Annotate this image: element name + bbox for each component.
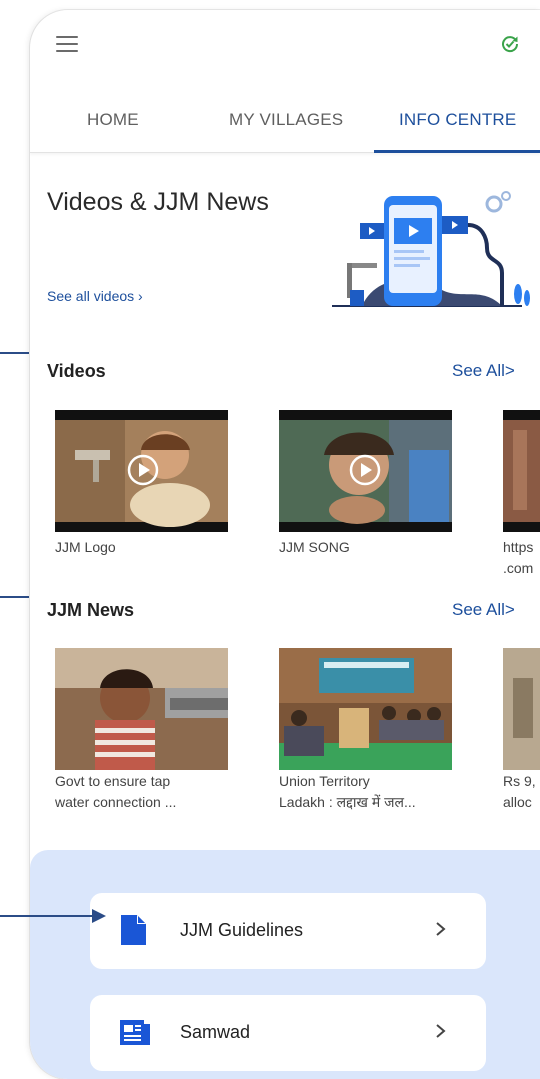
video-caption-line2: .com xyxy=(503,560,534,576)
active-tab-indicator xyxy=(374,150,540,153)
resources-panel: JJM Guidelines Samwad xyxy=(30,850,540,1079)
tab-info-centre[interactable]: INFO CENTRE xyxy=(399,110,516,130)
hamburger-menu-icon[interactable] xyxy=(56,36,78,54)
samwad-label: Samwad xyxy=(180,1022,251,1042)
videos-section-title: Videos xyxy=(47,361,106,381)
tab-my-villages[interactable]: MY VILLAGES xyxy=(229,110,343,130)
videos-see-all-link[interactable]: See All> xyxy=(452,361,515,381)
video-thumbnail-partial[interactable] xyxy=(503,410,540,532)
newspaper-icon xyxy=(120,1020,150,1045)
news-caption-line1: Union Territory xyxy=(279,773,370,789)
news-see-all-link[interactable]: See All> xyxy=(452,600,515,620)
news-caption-line1: Rs 9, xyxy=(503,773,536,789)
hero-title: Videos & JJM News xyxy=(47,188,269,216)
news-thumbnail[interactable] xyxy=(279,648,452,770)
news-caption-line1: Govt to ensure tap xyxy=(55,773,171,789)
videos-illustration xyxy=(332,191,530,307)
tab-home[interactable]: HOME xyxy=(87,110,139,130)
app-top-bar xyxy=(30,10,540,80)
video-caption: JJM Logo xyxy=(55,539,116,555)
chevron-right-icon xyxy=(436,1024,446,1038)
video-caption: JJM SONG xyxy=(279,539,350,555)
news-caption-line2: Ladakh : लद्दाख में जल... xyxy=(279,794,416,810)
video-caption: https xyxy=(503,539,534,555)
see-all-videos-link[interactable]: See all videos › xyxy=(47,288,143,304)
sync-check-icon[interactable] xyxy=(500,34,520,54)
jjm-guidelines-card[interactable]: JJM Guidelines xyxy=(90,893,486,969)
chevron-right-icon xyxy=(436,922,446,936)
news-caption-line2: water connection ... xyxy=(55,794,177,810)
jjm-guidelines-label: JJM Guidelines xyxy=(180,920,304,940)
news-thumbnail-partial[interactable] xyxy=(503,648,540,770)
news-section-title: JJM News xyxy=(47,600,135,620)
news-thumbnail[interactable] xyxy=(55,648,228,770)
annotation-arrowhead-guidelines xyxy=(92,909,106,923)
annotation-arrow-guidelines xyxy=(0,915,98,917)
news-caption-line2: alloc xyxy=(503,794,532,810)
document-icon xyxy=(121,915,146,945)
samwad-card[interactable]: Samwad xyxy=(90,995,486,1071)
main-tabs: HOME MY VILLAGES INFO CENTRE xyxy=(30,96,540,153)
video-thumbnail-jjm-logo[interactable] xyxy=(55,410,228,532)
video-thumbnail-jjm-song[interactable] xyxy=(279,410,452,532)
